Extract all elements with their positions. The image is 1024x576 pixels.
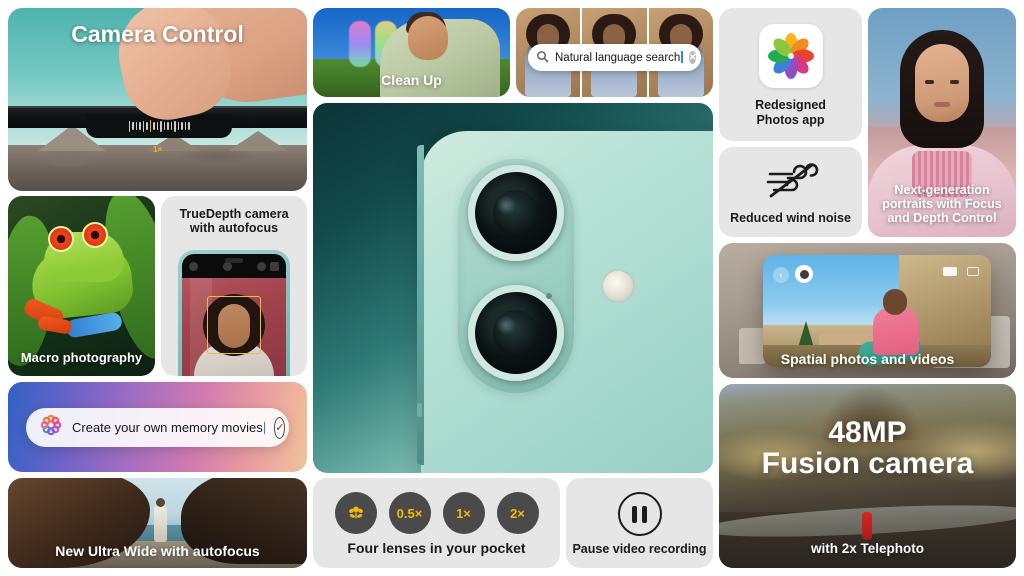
zoom-chip-row: 0.5× 1× 2× — [313, 492, 560, 534]
caption-line-2: Photos app — [756, 112, 825, 127]
person — [861, 512, 872, 540]
text-cursor — [681, 51, 683, 63]
face — [408, 16, 448, 60]
caption-line-1: Redesigned — [755, 98, 826, 113]
person — [154, 504, 167, 542]
flash-lens — [601, 269, 635, 303]
apple-intelligence-icon — [39, 413, 63, 442]
search-input[interactable]: Natural language search ✕ — [528, 44, 701, 71]
expand-icon[interactable] — [967, 267, 979, 276]
back-chevron-icon[interactable]: ‹ — [773, 267, 789, 283]
tile-clean-up[interactable]: Clean Up — [313, 8, 510, 97]
face — [915, 44, 969, 122]
check-circle-icon[interactable]: ✓ — [274, 416, 286, 439]
tile-redesigned-photos-app[interactable]: Redesigned Photos app — [719, 8, 862, 141]
eye — [950, 80, 959, 84]
tile-headline: 48MP Fusion camera — [719, 416, 1016, 480]
tile-four-lenses[interactable]: 0.5× 1× 2× Four lenses in your pocket — [313, 478, 560, 568]
tile-caption: TrueDepth camera with autofocus — [161, 207, 307, 236]
tile-caption: New Ultra Wide with autofocus — [55, 543, 260, 560]
ultra-wide-lens — [468, 285, 564, 381]
search-icon — [536, 50, 549, 65]
wide-lens — [468, 165, 564, 261]
feature-grid: 1× Camera Control Clean Up Natural langu… — [0, 0, 1024, 576]
tile-new-ultra-wide[interactable]: New Ultra Wide with autofocus — [8, 478, 307, 568]
tile-caption: Redesigned Photos app — [719, 98, 862, 127]
caption-line-2: with autofocus — [189, 221, 279, 236]
caption-line-1: TrueDepth camera — [179, 207, 289, 221]
zoom-1x-button[interactable]: 1× — [442, 492, 485, 534]
memory-movie-text: Create your own memory movies — [72, 420, 263, 435]
zoom-0-5x-button[interactable]: 0.5× — [388, 492, 431, 534]
removed-subject-glow — [349, 21, 371, 67]
zoom-level-label: 1× — [152, 145, 163, 154]
record-button[interactable] — [795, 265, 813, 283]
tile-caption: Pause video recording — [572, 541, 707, 556]
tile-caption: Macro photography — [20, 350, 143, 366]
tile-natural-language-search[interactable]: Natural language search ✕ — [516, 8, 713, 97]
frog-eye — [82, 222, 108, 248]
tile-spatial-photos-and-videos[interactable]: ‹ Spatial photos and videos — [719, 243, 1016, 378]
tile-macro-photography[interactable]: Macro photography — [8, 196, 155, 376]
camera-viewfinder[interactable] — [182, 254, 286, 376]
tile-caption: Reduced wind noise — [730, 210, 851, 225]
tile-reduced-wind-noise[interactable]: Reduced wind noise — [719, 147, 862, 237]
live-photo-icon[interactable] — [257, 261, 266, 271]
volume-button[interactable] — [417, 207, 422, 233]
camera-module — [458, 159, 574, 393]
dynamic-island — [225, 258, 243, 263]
macro-flower-icon[interactable] — [334, 492, 377, 534]
zoom-ticks — [128, 120, 190, 132]
tile-camera-control[interactable]: 1× Camera Control — [8, 8, 307, 191]
tile-caption: Spatial photos and videos — [780, 351, 955, 368]
caption-line-3: and Depth Control — [887, 211, 997, 225]
tile-memory-movies[interactable]: Create your own memory movies ✓ — [8, 382, 307, 472]
search-query-text: Natural language search — [555, 52, 681, 64]
headline-line-1: 48MP — [828, 416, 907, 449]
camera-icon[interactable] — [270, 261, 279, 271]
caption-line-1: Next-generation — [894, 183, 990, 197]
frog-eye — [48, 226, 74, 252]
lips — [934, 102, 950, 107]
tile-title: Camera Control — [71, 21, 244, 47]
tile-iphone-hero[interactable] — [313, 103, 713, 473]
pause-circle-icon[interactable] — [617, 492, 662, 536]
wind-slash-icon — [762, 161, 820, 208]
tile-caption: Four lenses in your pocket — [347, 539, 526, 556]
zoom-2x-button[interactable]: 2× — [496, 492, 539, 534]
clear-icon[interactable]: ✕ — [688, 51, 697, 64]
eye — [925, 80, 934, 84]
text-cursor — [263, 422, 266, 434]
viewfinder-preview — [182, 278, 286, 376]
flash-icon[interactable] — [189, 261, 198, 271]
headline-line-2: Fusion camera — [761, 446, 974, 480]
person-head — [156, 498, 165, 507]
tile-subtitle: with 2x Telephoto — [810, 541, 924, 556]
tile-pause-video-recording[interactable]: Pause video recording — [566, 478, 713, 568]
photos-app-icon[interactable] — [758, 24, 823, 88]
tile-caption: Next-generation portraits with Focus and… — [868, 183, 1016, 225]
memory-movie-input[interactable]: Create your own memory movies ✓ — [26, 408, 289, 447]
tile-next-generation-portraits[interactable]: Next-generation portraits with Focus and… — [868, 8, 1016, 237]
caption-line-2: portraits with Focus — [882, 197, 1002, 211]
tile-truedepth-camera[interactable]: TrueDepth camera with autofocus — [161, 196, 307, 376]
microphone-icon — [546, 293, 552, 299]
tile-caption: Clean Up — [381, 72, 442, 89]
tile-fusion-camera[interactable]: 48MP Fusion camera with 2x Telephoto — [719, 384, 1016, 568]
focus-rectangle — [207, 296, 261, 354]
phone-side-rail — [417, 145, 424, 465]
camera-control-button[interactable] — [417, 403, 422, 417]
video-camera-icon[interactable] — [943, 267, 957, 276]
person-head — [883, 289, 907, 315]
phone-mockup — [178, 250, 290, 376]
